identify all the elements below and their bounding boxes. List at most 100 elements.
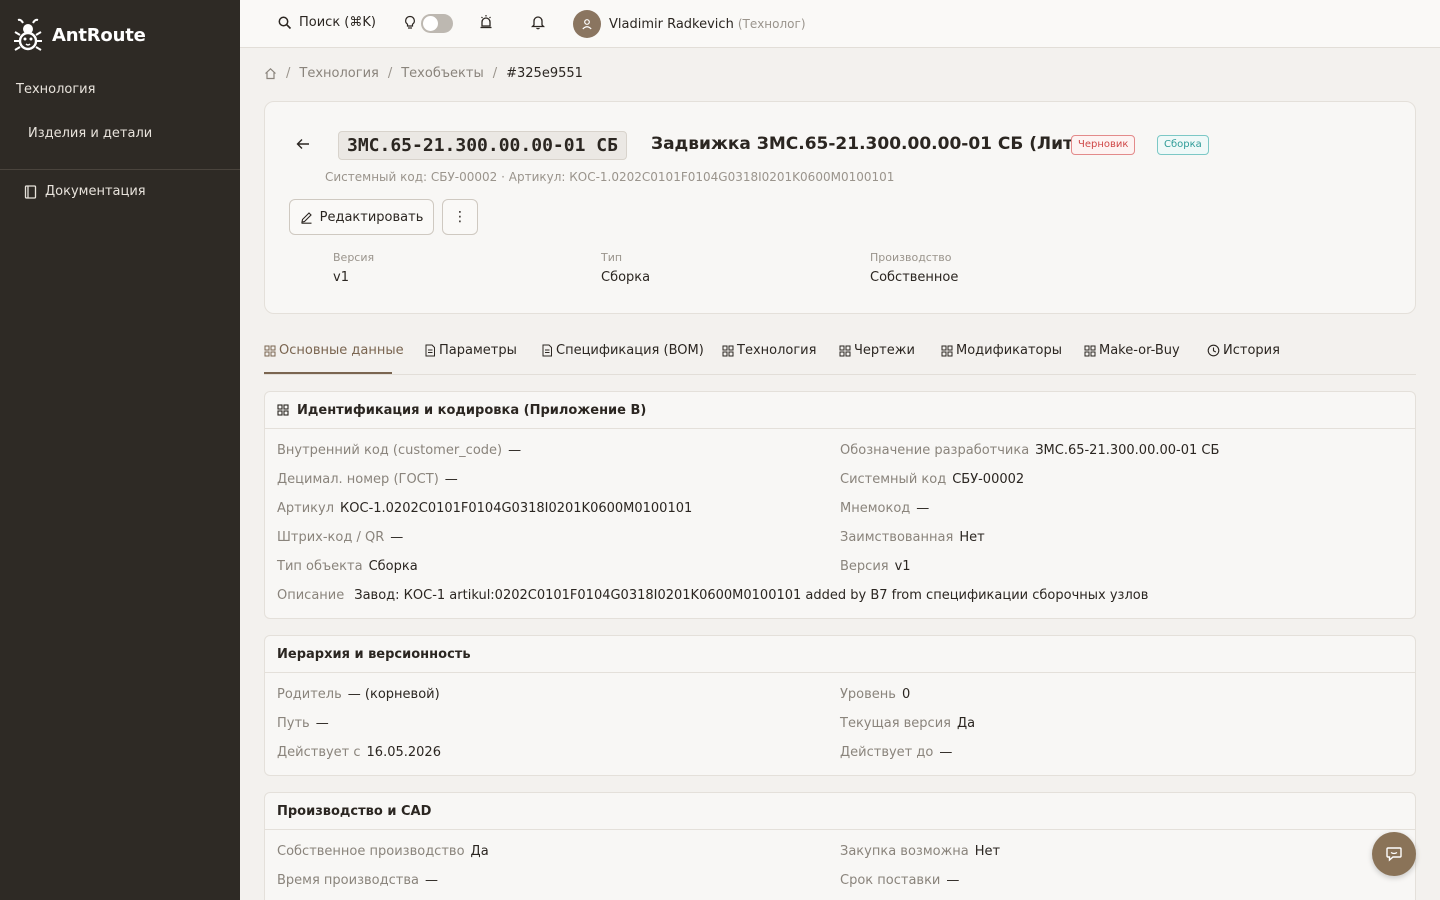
field-value: Сборка (368, 559, 418, 574)
tab-make-or-buy[interactable]: Make-or-Buy (1084, 343, 1180, 358)
lightbulb-icon (405, 15, 415, 29)
search-icon (278, 16, 292, 29)
search-button[interactable]: Поиск (⌘K) (278, 15, 376, 30)
hierarchy-card: Иерархия и версионность Родитель — (корне… (264, 635, 1416, 776)
meta-value: v1 (333, 270, 349, 285)
tab-modifiers[interactable]: Модификаторы (941, 343, 1062, 358)
field-value: Завод: КОС-1 artikul:0202С0101F0104G0318… (354, 588, 1149, 603)
field-value: — (корневой) (347, 687, 440, 702)
sidebar-item-label: Документация (45, 184, 146, 199)
avatar (573, 10, 601, 38)
field-row: Текущая версия Да (840, 716, 975, 731)
field-label: Собственное производство (277, 844, 465, 859)
tab-label: Спецификация (BOM) (556, 343, 704, 358)
field-value: — (390, 530, 404, 545)
user-name: Vladimir Radkevich (609, 16, 734, 32)
tab-drawings[interactable]: Чертежи (839, 343, 915, 358)
app-name: AntRoute (52, 24, 146, 46)
breadcrumb-techobjects[interactable]: Техобъекты (401, 66, 483, 81)
object-subline: Системный код: СБУ-00002 · Артикул: КОС-… (325, 170, 895, 184)
chat-button[interactable] (1372, 832, 1416, 876)
grid-icon (277, 404, 289, 416)
document-icon (542, 344, 552, 357)
field-row: Собственное производство Да (277, 844, 489, 859)
user-icon (582, 19, 592, 30)
field-label: Родитель (277, 687, 342, 702)
meta-value: Сборка (601, 270, 651, 285)
page-title: Задвижка ЗМС.65-21.300.00.00-01 СБ (Лита… (651, 134, 1104, 154)
field-label: Текущая версия (840, 716, 951, 731)
sidebar-item-products[interactable]: Изделия и детали (28, 126, 152, 141)
field-row: Время производства — (277, 873, 438, 888)
ant-logo-icon (14, 18, 42, 51)
grid-icon (722, 345, 734, 356)
home-icon[interactable] (264, 67, 277, 80)
field-label: Штрих-код / QR (277, 530, 385, 545)
field-value: ЗМС.65-21.300.00.00-01 СБ (1035, 443, 1220, 458)
field-row: Артикул КОС-1.0202С0101F0104G0318I0201K06… (277, 501, 692, 516)
tab-label: Основные данные (279, 343, 404, 358)
tab-history[interactable]: История (1207, 343, 1280, 358)
field-value: Да (956, 716, 976, 731)
clock-icon (1207, 344, 1220, 357)
theme-toggle[interactable] (421, 14, 453, 33)
active-tab-indicator (264, 372, 392, 374)
more-actions-button[interactable]: ⋮ (442, 199, 478, 235)
field-label: Системный код (840, 472, 947, 487)
production-card: Производство и CAD Собственное производс… (264, 792, 1416, 900)
field-value: v1 (894, 559, 911, 574)
breadcrumb-current: #325e9551 (506, 66, 583, 81)
field-row: Уровень 0 (840, 687, 910, 702)
field-row: Децимал. номер (ГОСТ) — (277, 472, 458, 487)
back-arrow-icon[interactable] (295, 136, 311, 152)
field-value: Нет (959, 530, 985, 545)
field-row: Штрих-код / QR — (277, 530, 403, 545)
meta-value: Собственное (870, 270, 959, 285)
tab-label: Модификаторы (956, 343, 1063, 358)
alarm-icon[interactable] (479, 14, 493, 30)
sidebar-section-title[interactable]: Технология (16, 82, 95, 97)
tab-main-data[interactable]: Основные данные (264, 343, 404, 358)
breadcrumb-technology[interactable]: Технология (299, 66, 378, 81)
user-menu[interactable]: Vladimir Radkevich (Технолог) (573, 10, 806, 38)
field-label: Версия (840, 559, 889, 574)
identification-card: Идентификация и кодировка (Приложение В)… (264, 391, 1416, 619)
field-label: Описание (277, 588, 345, 603)
toggle-knob (423, 16, 438, 31)
card-header: Иерархия и версионность (265, 636, 1415, 673)
field-label: Закупка возможна (840, 844, 969, 859)
tab-parameters[interactable]: Параметры (424, 343, 517, 358)
pencil-icon (300, 211, 312, 224)
status-badge: Черновик (1071, 135, 1136, 155)
meta-label: Версия (333, 251, 375, 264)
field-row: Заимствованная Нет (840, 530, 985, 545)
breadcrumb: / Технология / Техобъекты / #325e9551 (264, 66, 583, 81)
bell-icon[interactable] (531, 14, 545, 30)
field-value: — (508, 443, 522, 458)
brand[interactable]: AntRoute (13, 18, 146, 52)
field-row: Системный код СБУ-00002 (840, 472, 1024, 487)
field-row: Внутренний код (customer_code) — (277, 443, 521, 458)
field-value: СБУ-00002 (952, 472, 1025, 487)
field-value: — (424, 873, 438, 888)
edit-button[interactable]: Редактировать (289, 199, 434, 235)
tab-bom[interactable]: Спецификация (BOM) (541, 343, 704, 358)
field-label: Заимствованная (840, 530, 954, 545)
meta-version: Версия v1 (333, 251, 374, 285)
sidebar-item-documentation[interactable]: Документация (24, 184, 146, 199)
tab-label: Чертежи (854, 343, 915, 358)
card-header: Производство и CAD (265, 793, 1415, 830)
field-label: Тип объекта (277, 559, 363, 574)
tab-label: История (1223, 343, 1280, 358)
field-row: Действует с 16.05.2026 (277, 745, 441, 760)
tab-technology[interactable]: Технология (722, 343, 816, 358)
meta-production: Производство Собственное (870, 251, 958, 285)
description-row: Описание Завод: КОС-1 artikul:0202С0101F0… (277, 588, 1148, 603)
field-value: Да (470, 844, 489, 859)
field-label: Действует с (277, 745, 361, 760)
field-label: Путь (277, 716, 310, 731)
field-label: Мнемокод (840, 501, 911, 516)
tab-label: Параметры (439, 343, 517, 358)
chat-icon (1386, 847, 1402, 862)
field-label: Артикул (277, 501, 335, 516)
